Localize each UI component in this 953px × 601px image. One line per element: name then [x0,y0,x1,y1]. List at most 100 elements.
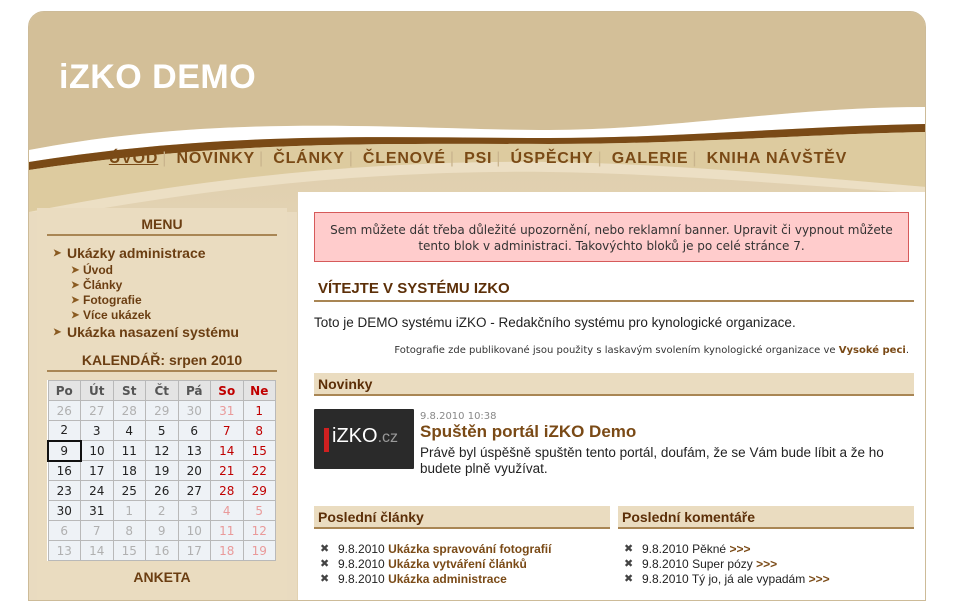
nav-item-uspechy[interactable]: ÚSPĚCHY [509,150,596,167]
calendar-day-cell[interactable]: 20 [177,460,211,481]
calendar-day-cell[interactable]: 19 [145,460,179,481]
calendar-day-cell[interactable]: 27 [177,480,211,501]
calendar-day-cell[interactable]: 14 [210,440,244,461]
calendar-day-cell[interactable]: 1 [112,500,146,521]
item-date: 9.8.2010 [338,542,385,556]
calendar-day-cell[interactable]: 10 [177,520,211,541]
calendar-day-cell[interactable]: 31 [80,500,114,521]
calendar-day-cell[interactable]: 10 [80,440,114,461]
calendar-day-cell[interactable]: 11 [210,520,244,541]
calendar-day-cell[interactable]: 12 [242,520,276,541]
news-title[interactable]: Spuštěn portál iZKO Demo [420,422,636,442]
site-title[interactable]: iZKO DEMO [59,58,256,97]
comment-more-link[interactable]: >>> [756,557,777,571]
calendar-day-cell[interactable]: 9 [47,439,82,462]
item-date: 9.8.2010 [642,557,689,571]
item-date: 9.8.2010 [642,542,689,556]
menu-bullet-icon: ➤ [53,248,62,259]
calendar-day-cell[interactable]: 15 [112,540,146,561]
menu-item-label: Ukázka nasazení systému [67,324,239,340]
calendar-week-row: 26 27 28 29 30 31 1 [47,400,276,421]
article-link[interactable]: Ukázka administrace [388,572,507,586]
menu-item-ukazky-administrace[interactable]: ➤ Ukázky administrace [51,244,287,263]
logo-bar [324,428,329,452]
calendar-day-cell[interactable]: 22 [242,460,276,481]
comment-more-link[interactable]: >>> [729,542,750,556]
nav-separator: | [259,150,264,167]
calendar-day-cell[interactable]: 7 [80,520,114,541]
page-frame: iZKO DEMO ÚVOD | NOVINKY | ČLÁNKY | ČLENOVÉ… [28,11,926,601]
calendar-day-cell[interactable]: 2 [47,420,81,441]
calendar-day-cell[interactable]: 8 [112,520,146,541]
calendar-day-cell[interactable]: 28 [210,480,244,501]
nav-item-psi[interactable]: PSI [462,150,494,167]
calendar-week-row: 2345678 [47,420,276,441]
nav-item-novinky[interactable]: NOVINKY [175,150,258,167]
nav-separator: | [348,150,354,167]
calendar-day-cell[interactable]: 17 [80,460,114,481]
calendar-day-cell[interactable]: 12 [145,440,179,461]
calendar-day-cell[interactable]: 18 [210,540,244,561]
calendar-day-cell[interactable]: 7 [210,420,244,441]
nav-item-clanky[interactable]: ČLÁNKY [271,150,346,167]
calendar-day-cell[interactable]: 16 [47,460,81,481]
calendar-day-cell[interactable]: 11 [112,440,146,461]
list-item: ✖ 9.8.2010 Ukázka spravování fotografií [314,542,551,557]
calendar-day-cell[interactable]: 18 [112,460,146,481]
news-thumbnail[interactable]: iZKO.cz [314,409,414,469]
logo-main: iZKO [332,425,378,447]
nav-item-kniha-navstev[interactable]: KNIHA NÁVŠTĚV [705,150,850,167]
submenu-bullet-icon: ➤ [71,265,80,276]
calendar-day-cell[interactable]: 5 [145,420,179,441]
calendar-day-cell[interactable]: 15 [242,440,276,461]
calendar-day-cell[interactable]: 24 [80,480,114,501]
calendar-day-cell[interactable]: 29 [242,480,276,501]
cross-bullet-icon: ✖ [624,558,634,570]
calendar-week-row: 6 7 8 9 10 11 12 [47,520,276,541]
calendar-day-cell[interactable]: 26 [47,400,81,421]
nav-item-uvod[interactable]: ÚVOD [107,150,160,167]
article-link[interactable]: Ukázka spravování fotografií [388,542,551,556]
calendar-day-cell[interactable]: 31 [210,400,244,421]
article-link[interactable]: Ukázka vytváření článků [388,557,527,571]
calendar-day-cell[interactable]: 23 [47,480,81,501]
nav-item-galerie[interactable]: GALERIE [610,150,691,167]
calendar-day-cell[interactable]: 13 [47,540,81,561]
calendar-day-cell[interactable]: 30 [177,400,211,421]
calendar-day-cell[interactable]: 26 [145,480,179,501]
nav-item-clenove[interactable]: ČLENOVÉ [361,150,448,167]
calendar-day-cell[interactable]: 8 [242,420,276,441]
articles-list: ✖ 9.8.2010 Ukázka spravování fotografií ✖… [314,542,551,587]
calendar-day-cell[interactable]: 6 [47,520,81,541]
submenu-item-clanky[interactable]: ➤ Články [51,278,287,293]
submenu-item-fotografie[interactable]: ➤ Fotografie [51,293,287,308]
calendar-day-cell[interactable]: 25 [112,480,146,501]
submenu-item-uvod[interactable]: ➤ Úvod [51,263,287,278]
calendar-day-cell[interactable]: 29 [145,400,179,421]
calendar-day-cell[interactable]: 9 [145,520,179,541]
credit-link[interactable]: Vysoké peci [839,345,906,356]
calendar-day-cell[interactable]: 28 [112,400,146,421]
calendar-day-cell[interactable]: 2 [145,500,179,521]
list-item: ✖ 9.8.2010 Super pózy >>> [618,557,830,572]
calendar-day-cell[interactable]: 5 [242,500,276,521]
calendar-day-cell[interactable]: 21 [210,460,244,481]
submenu-item-vice-ukazek[interactable]: ➤ Více ukázek [51,308,287,323]
calendar-day-cell[interactable]: 16 [145,540,179,561]
calendar-day-cell[interactable]: 17 [177,540,211,561]
calendar-day-cell[interactable]: 4 [112,420,146,441]
comment-more-link[interactable]: >>> [809,572,830,586]
calendar-day-cell[interactable]: 4 [210,500,244,521]
calendar-day-cell[interactable]: 6 [177,420,211,441]
calendar-day-cell[interactable]: 3 [80,420,114,441]
calendar-day-cell[interactable]: 14 [80,540,114,561]
list-item: ✖ 9.8.2010 Ukázka vytváření článků [314,557,551,572]
calendar-day-cell[interactable]: 13 [177,440,211,461]
calendar-day-cell[interactable]: 19 [242,540,276,561]
calendar-day-cell[interactable]: 3 [177,500,211,521]
menu-item-ukazka-nasazeni[interactable]: ➤ Ukázka nasazení systému [51,323,287,342]
notice-banner: Sem můžete dát třeba důležité upozornění… [314,212,909,262]
calendar-day-cell[interactable]: 27 [80,400,114,421]
calendar-day-cell[interactable]: 1 [242,400,276,421]
calendar-day-cell[interactable]: 30 [47,500,81,521]
